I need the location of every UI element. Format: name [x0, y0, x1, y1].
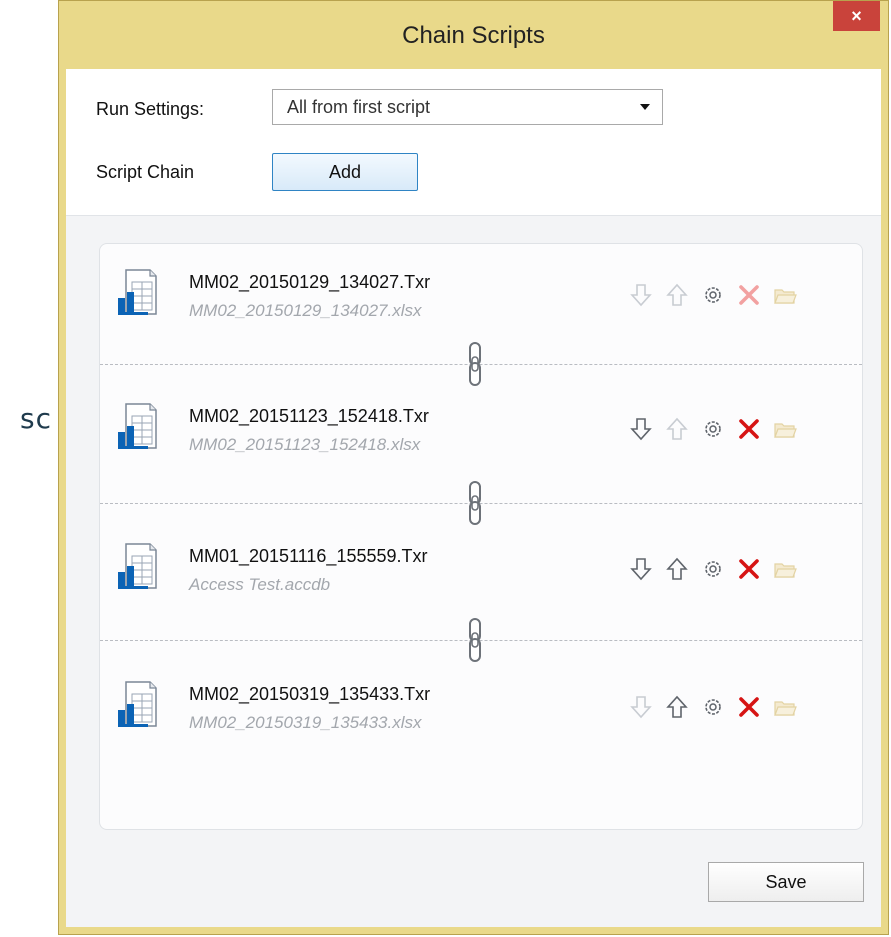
run-settings-dropdown[interactable]: All from first script	[272, 89, 663, 125]
gear-icon[interactable]	[700, 282, 726, 308]
script-name: MM02_20150129_134027.Txr	[189, 272, 431, 292]
script-data-source: Access Test.accdb	[189, 575, 331, 594]
folder-icon[interactable]	[772, 282, 798, 308]
delete-x-icon[interactable]	[736, 416, 762, 442]
script-name: MM01_20151116_155559.Txr	[189, 546, 428, 566]
script-item: MM02_20150319_135433.Txr MM02_20150319_1…	[100, 670, 862, 740]
arrow-up-icon[interactable]	[664, 556, 690, 582]
dialog-body: Run Settings: All from first script Scri…	[66, 69, 881, 927]
save-button[interactable]: Save	[708, 862, 864, 902]
add-button[interactable]: Add	[272, 153, 418, 191]
arrow-down-icon[interactable]	[628, 282, 654, 308]
script-chain-label: Script Chain	[96, 162, 195, 182]
settings-area: Run Settings: All from first script Scri…	[66, 69, 881, 216]
run-settings-value: All from first script	[287, 97, 431, 117]
script-item: MM02_20151123_152418.Txr MM02_20151123_1…	[100, 392, 862, 462]
script-chain-list: MM02_20150129_134027.Txr MM02_20150129_1…	[99, 243, 863, 830]
script-data-source: MM02_20150129_134027.xlsx	[189, 301, 422, 320]
folder-icon[interactable]	[772, 556, 798, 582]
chain-link-icon	[469, 342, 481, 386]
spreadsheet-file-icon	[118, 403, 157, 449]
run-settings-label: Run Settings:	[96, 99, 205, 119]
arrow-down-icon[interactable]	[628, 416, 654, 442]
script-item: MM01_20151116_155559.Txr Access Test.acc…	[100, 532, 862, 602]
chevron-down-icon	[640, 104, 650, 110]
arrow-up-icon[interactable]	[664, 694, 690, 720]
dialog-title: Chain Scripts	[402, 22, 545, 49]
close-button[interactable]: ×	[833, 1, 880, 31]
chain-link-icon	[469, 618, 481, 662]
spreadsheet-file-icon	[118, 681, 157, 727]
arrow-down-icon[interactable]	[628, 556, 654, 582]
folder-icon[interactable]	[772, 694, 798, 720]
background-text: sc	[20, 402, 52, 435]
arrow-down-icon[interactable]	[628, 694, 654, 720]
arrow-up-icon[interactable]	[664, 282, 690, 308]
chain-area: MM02_20150129_134027.Txr MM02_20150129_1…	[66, 216, 881, 927]
gear-icon[interactable]	[700, 556, 726, 582]
chain-scripts-dialog: Chain Scripts × Run Settings: All from f…	[58, 0, 889, 935]
script-name: MM02_20150319_135433.Txr	[189, 684, 431, 704]
delete-x-icon[interactable]	[736, 694, 762, 720]
delete-x-icon[interactable]	[736, 282, 762, 308]
spreadsheet-file-icon	[118, 543, 157, 589]
gear-icon[interactable]	[700, 416, 726, 442]
folder-icon[interactable]	[772, 416, 798, 442]
script-data-source: MM02_20151123_152418.xlsx	[189, 435, 421, 454]
gear-icon[interactable]	[700, 694, 726, 720]
arrow-up-icon[interactable]	[664, 416, 690, 442]
script-data-source: MM02_20150319_135433.xlsx	[189, 713, 422, 732]
script-item: MM02_20150129_134027.Txr MM02_20150129_1…	[100, 258, 862, 328]
spreadsheet-file-icon	[118, 269, 157, 315]
delete-x-icon[interactable]	[736, 556, 762, 582]
chain-link-icon	[469, 481, 481, 525]
script-name: MM02_20151123_152418.Txr	[189, 406, 429, 426]
